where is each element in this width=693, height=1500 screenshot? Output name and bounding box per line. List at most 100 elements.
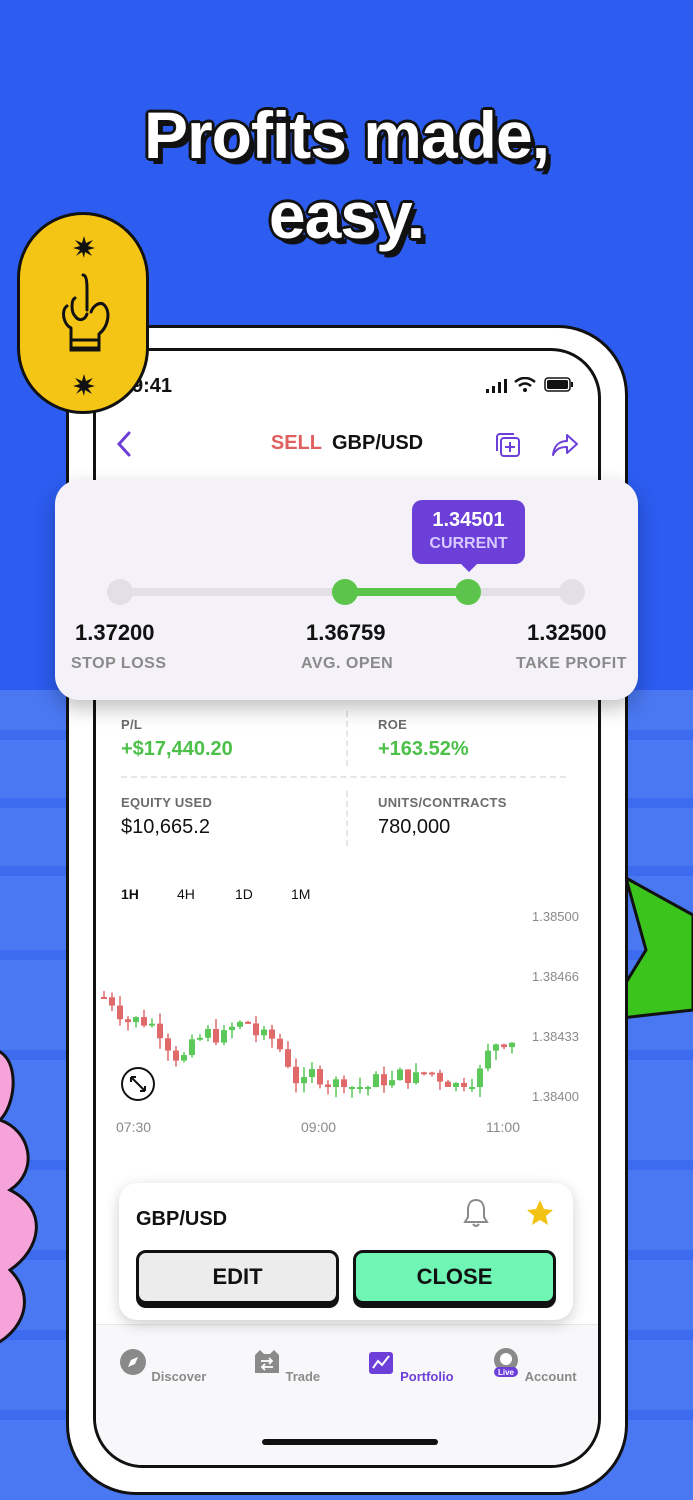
candle-body (349, 1087, 355, 1089)
y-tick-label: 1.38400 (532, 1089, 579, 1104)
pair-title: GBP/USD (332, 432, 424, 454)
stop-loss-value: 1.37200 (75, 620, 155, 645)
y-tick-label: 1.38466 (532, 969, 579, 984)
price-range-card: 1.34501 CURRENT 1.37200 STOP LOSS 1.3675… (55, 480, 638, 700)
candle-body (165, 1038, 171, 1051)
tab-trade-label: Trade (285, 1369, 321, 1384)
candle-body (141, 1017, 147, 1026)
candle-body (317, 1069, 323, 1085)
nav-bar: SELL GBP/USD (96, 421, 598, 469)
candle-body (445, 1081, 451, 1087)
portfolio-icon (369, 1352, 394, 1374)
candle-body (205, 1028, 211, 1038)
price-chart[interactable]: 1.38500 1.38466 1.38433 1.38400 07:30 09:00 11… (96, 906, 601, 1166)
candle-body (261, 1029, 267, 1036)
roe-label: ROE (378, 717, 408, 732)
candle-body (173, 1050, 179, 1061)
candle-body (333, 1079, 339, 1087)
equity-value: $10,665.2 (121, 816, 210, 838)
share-icon[interactable] (551, 433, 579, 457)
candle-body (125, 1019, 131, 1023)
candle-body (429, 1072, 435, 1075)
status-bar: 9:41 (96, 371, 598, 401)
hand-badge (17, 212, 149, 414)
live-badge: Live (498, 1368, 515, 1377)
candle-body (309, 1069, 315, 1078)
candle-body (133, 1017, 139, 1023)
trade-icon (254, 1350, 279, 1373)
candle-body (469, 1087, 475, 1089)
y-tick-label: 1.38500 (532, 909, 579, 924)
timeframe-1h[interactable]: 1H (121, 886, 139, 902)
tab-discover[interactable]: Discover (112, 1347, 212, 1384)
star-icon[interactable] (525, 1198, 555, 1228)
compass-icon (119, 1349, 146, 1375)
candle-body (461, 1082, 467, 1087)
equity-label: EQUITY USED (121, 795, 213, 810)
signal-icon (486, 379, 507, 393)
bell-icon[interactable] (462, 1197, 490, 1229)
candle-body (509, 1042, 515, 1048)
tab-portfolio-label: Portfolio (400, 1369, 454, 1384)
candle-body (157, 1023, 163, 1039)
candle-body (341, 1079, 347, 1087)
hand-gesture-icon (62, 273, 110, 352)
tab-bar: Discover Trade Portfolio Live Account (96, 1324, 598, 1465)
candle-body (501, 1044, 507, 1048)
tab-account[interactable]: Live Account (484, 1347, 584, 1384)
headline-line1: Profits made, (143, 98, 550, 172)
tab-portfolio[interactable]: Portfolio (360, 1347, 460, 1384)
candle-body (221, 1030, 227, 1043)
star-burst-icon (73, 236, 95, 258)
candle-body (117, 1005, 123, 1020)
candle-body (397, 1069, 403, 1081)
candle-body (189, 1039, 195, 1056)
home-indicator (262, 1439, 438, 1445)
account-icon: Live (494, 1348, 519, 1377)
candle-body (493, 1044, 499, 1051)
timeframe-4h[interactable]: 4H (177, 886, 195, 902)
candle-body (365, 1087, 371, 1089)
expand-icon[interactable] (120, 1066, 156, 1102)
y-tick-label: 1.38433 (532, 1029, 579, 1044)
candle-body (389, 1080, 395, 1086)
timeframe-1d[interactable]: 1D (235, 886, 253, 902)
candle-body (277, 1038, 283, 1050)
candle-body (477, 1068, 483, 1087)
tab-discover-label: Discover (151, 1369, 207, 1384)
units-value: 780,000 (378, 816, 451, 838)
roe-value: +163.52% (378, 738, 469, 760)
x-tick-label: 07:30 (116, 1119, 151, 1135)
candle-body (237, 1021, 243, 1027)
candle-body (269, 1029, 275, 1039)
add-watchlist-icon[interactable] (494, 431, 522, 459)
candle-body (229, 1026, 235, 1031)
nav-title: SELL GBP/USD (96, 432, 598, 455)
edit-button[interactable]: EDIT (136, 1250, 339, 1304)
candle-body (421, 1072, 427, 1075)
candle-body (381, 1074, 387, 1086)
candle-body (245, 1021, 251, 1024)
candle-body (213, 1028, 219, 1043)
tab-trade[interactable]: Trade (236, 1347, 336, 1384)
current-price-tooltip: 1.34501 CURRENT (412, 500, 525, 572)
x-tick-label: 09:00 (301, 1119, 336, 1135)
candle-body (285, 1049, 291, 1067)
x-tick-label: 11:00 (486, 1119, 520, 1135)
current-price-label: CURRENT (429, 535, 508, 552)
candle-body (437, 1072, 443, 1082)
close-button[interactable]: CLOSE (353, 1250, 556, 1304)
candle-body (413, 1072, 419, 1084)
candle-body (453, 1082, 459, 1087)
candle-body (253, 1023, 259, 1036)
candle-body (293, 1066, 299, 1084)
stop-loss-label: STOP LOSS (71, 655, 167, 672)
current-price-value: 1.34501 (432, 509, 505, 531)
take-profit-label: TAKE PROFIT (516, 655, 627, 672)
candle-body (357, 1087, 363, 1089)
candle-body (109, 997, 115, 1006)
units-label: UNITS/CONTRACTS (378, 795, 507, 810)
timeframe-1m[interactable]: 1M (291, 886, 310, 902)
avg-open-label: AVG. OPEN (301, 655, 394, 672)
candle-body (325, 1084, 331, 1087)
